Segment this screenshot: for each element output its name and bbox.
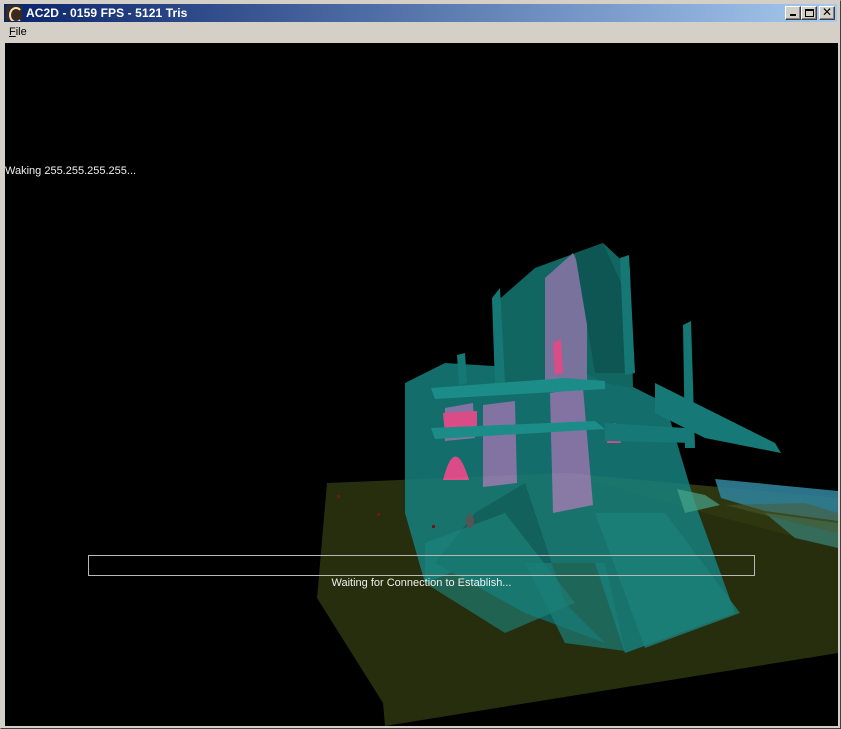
close-button[interactable]: ✕ [819,5,835,20]
window-controls: ✕ [785,5,835,20]
connection-progress-bar [88,555,755,576]
menu-file-accelerator: F [9,26,16,38]
waking-status-text: Waking 255.255.255.255... [5,165,137,177]
minimize-button[interactable] [785,6,801,20]
minimize-icon [790,14,796,16]
maximize-icon [805,9,814,17]
render-viewport[interactable]: Waking 255.255.255.255... Waiting for Co… [5,43,838,726]
player-avatar [466,514,474,528]
menu-file-label-rest: ile [15,26,27,38]
window-title: AC2D - 0159 FPS - 5121 Tris [26,6,188,20]
building [405,243,781,653]
ac2d-app-icon[interactable] [6,5,22,21]
menu-file[interactable]: File [4,24,32,41]
maximize-button[interactable] [801,6,817,20]
title-bar[interactable]: AC2D - 0159 FPS - 5121 Tris ✕ [4,4,837,22]
connection-status-text: Waiting for Connection to Establish... [331,577,512,589]
close-icon: ✕ [821,5,833,19]
3d-scene [317,243,838,726]
menu-bar: File [4,23,837,42]
app-window: AC2D - 0159 FPS - 5121 Tris ✕ File Wakin… [0,0,841,729]
